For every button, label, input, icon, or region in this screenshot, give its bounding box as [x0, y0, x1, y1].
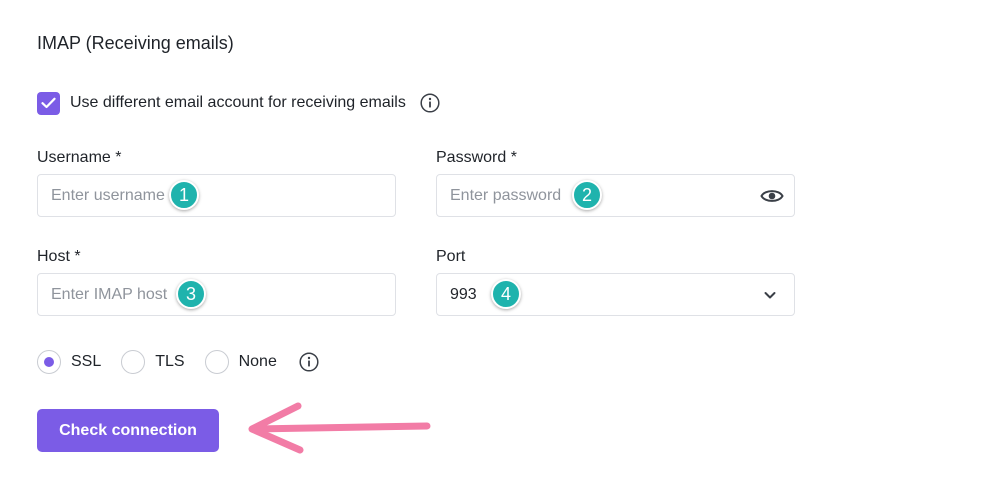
password-label: Password *: [436, 149, 517, 166]
port-value: 993: [450, 285, 477, 303]
host-label: Host *: [37, 248, 81, 265]
arrow-left-icon: [248, 402, 431, 454]
section-title: IMAP (Receiving emails): [37, 33, 234, 53]
radio-none-label: None: [238, 353, 277, 370]
eye-icon[interactable]: [760, 185, 784, 207]
port-select[interactable]: 993: [436, 273, 795, 316]
marker-3: 3: [176, 279, 206, 309]
radio-tls-label: TLS: [155, 353, 185, 370]
radio-tls-button[interactable]: [121, 350, 146, 374]
password-input[interactable]: [450, 186, 794, 205]
chevron-down-icon[interactable]: [763, 288, 777, 302]
radio-ssl-label: SSL: [71, 353, 102, 370]
radio-none[interactable]: None: [204, 350, 277, 374]
radio-none-button[interactable]: [204, 350, 229, 374]
port-label: Port: [436, 248, 466, 265]
radio-tls[interactable]: TLS: [121, 350, 185, 374]
host-input[interactable]: [51, 285, 395, 304]
radio-ssl-button[interactable]: [37, 350, 61, 374]
different-account-label: Use different email account for receivin…: [70, 94, 406, 111]
marker-2: 2: [572, 180, 602, 210]
password-field[interactable]: [436, 174, 795, 217]
check-connection-button[interactable]: Check connection: [37, 409, 219, 452]
info-icon[interactable]: [299, 352, 319, 372]
marker-1: 1: [169, 180, 199, 210]
check-icon: [41, 97, 56, 109]
marker-4: 4: [491, 279, 521, 309]
info-icon[interactable]: [420, 93, 440, 113]
radio-ssl[interactable]: SSL: [37, 350, 101, 374]
encryption-options: SSL TLS None: [37, 349, 319, 375]
different-account-checkbox[interactable]: [37, 91, 60, 115]
different-account-row: Use different email account for receivin…: [37, 91, 440, 115]
username-input[interactable]: [51, 186, 395, 205]
username-label: Username *: [37, 149, 122, 166]
host-field[interactable]: [37, 273, 396, 316]
username-field[interactable]: [37, 174, 396, 217]
